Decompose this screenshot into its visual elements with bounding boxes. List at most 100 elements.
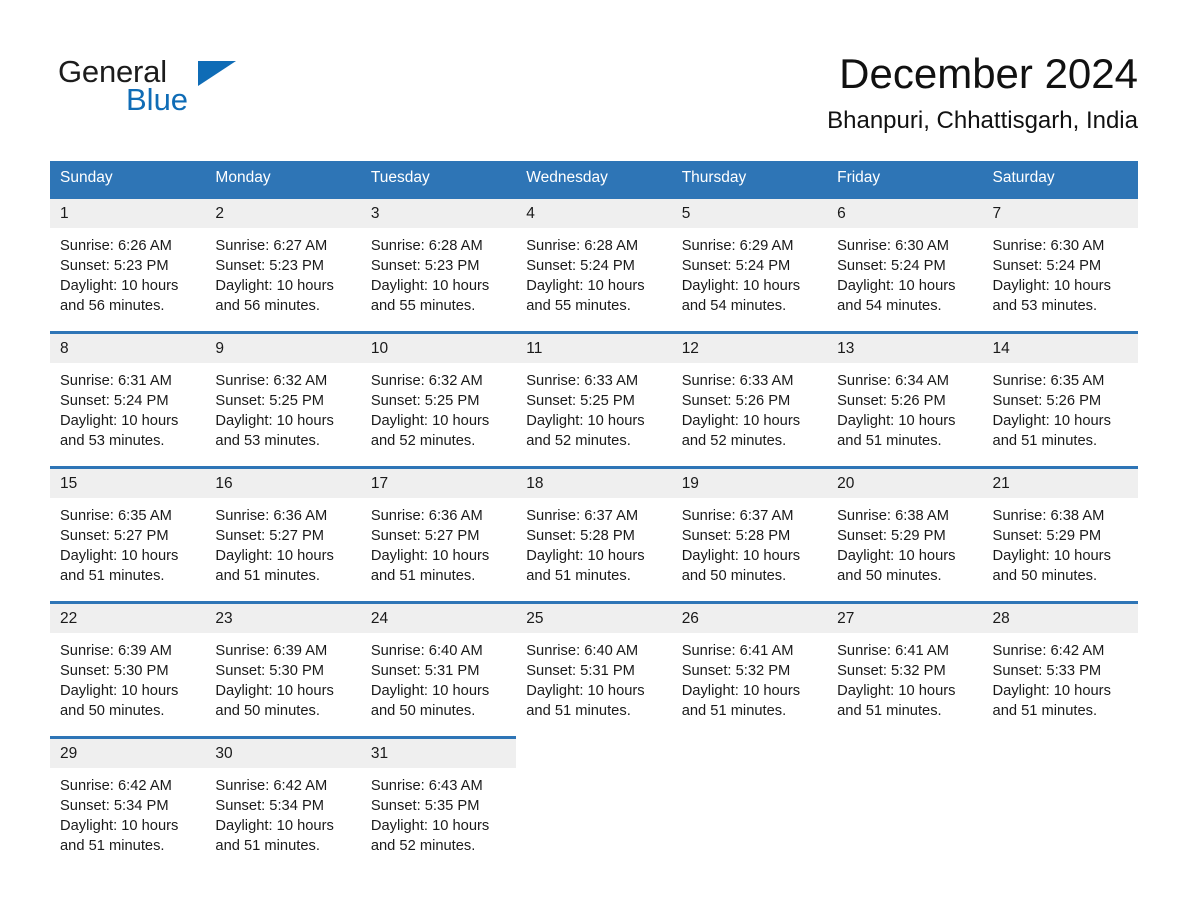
daylight-text-line1: Daylight: 10 hours xyxy=(370,547,490,564)
sunrise-text: Sunrise: 6:38 AM xyxy=(837,507,949,524)
calendar-day-cell[interactable]: 8 Sunrise: 6:31 AM Sunset: 5:24 PM Daylight… xyxy=(50,330,206,468)
calendar-day-cell[interactable]: 28 Sunrise: 6:42 AM Sunset: 5:33 PM Dayligh… xyxy=(982,600,1138,738)
calendar-day-cell[interactable]: 11 Sunrise: 6:33 AM Sunset: 5:25 PM Dayligh… xyxy=(516,330,672,468)
daylight-text-line1: Daylight: 10 hours xyxy=(370,817,490,834)
day-number: 4 xyxy=(516,198,672,228)
sunrise-text: Sunrise: 6:30 AM xyxy=(992,237,1105,254)
calendar-day-cell[interactable]: 30 Sunrise: 6:42 AM Sunset: 5:34 PM Dayligh… xyxy=(205,735,361,873)
calendar-day-cell[interactable]: 2 Sunrise: 6:27 AM Sunset: 5:23 PM Daylight… xyxy=(205,195,361,333)
sunrise-text: Sunrise: 6:36 AM xyxy=(215,507,328,524)
day-details: Sunrise: 6:33 AM Sunset: 5:25 PM Daylight:… xyxy=(516,363,671,451)
day-details: Sunrise: 6:30 AM Sunset: 5:24 PM Daylight:… xyxy=(827,228,982,316)
calendar-table: Sunday Monday Tuesday Wednesday Thursday… xyxy=(50,160,1138,873)
sunrise-text: Sunrise: 6:36 AM xyxy=(370,507,483,524)
calendar-day-cell[interactable]: 21 Sunrise: 6:38 AM Sunset: 5:29 PM Dayligh… xyxy=(982,465,1138,603)
daylight-text-line2: and 53 minutes. xyxy=(992,297,1098,314)
sunset-text: Sunset: 5:28 PM xyxy=(526,527,635,544)
day-number xyxy=(516,737,671,766)
day-number xyxy=(827,737,982,766)
day-number: 5 xyxy=(671,198,828,228)
daylight-text-line2: and 54 minutes. xyxy=(837,297,942,314)
calendar-day-cell[interactable]: 15 Sunrise: 6:35 AM Sunset: 5:27 PM Dayligh… xyxy=(50,465,206,603)
day-number xyxy=(672,737,827,766)
calendar-day-cell[interactable]: 18 Sunrise: 6:37 AM Sunset: 5:28 PM Dayligh… xyxy=(516,465,672,603)
sunset-text: Sunset: 5:31 PM xyxy=(526,662,635,679)
sunset-text: Sunset: 5:34 PM xyxy=(215,797,325,814)
sunset-text: Sunset: 5:26 PM xyxy=(992,392,1102,409)
sunrise-text: Sunrise: 6:35 AM xyxy=(60,507,172,524)
calendar-day-cell[interactable]: 9 Sunrise: 6:32 AM Sunset: 5:25 PM Daylight… xyxy=(205,330,361,468)
calendar-day-cell[interactable]: 6 Sunrise: 6:30 AM Sunset: 5:24 PM Daylight… xyxy=(827,195,983,333)
daylight-text-line2: and 54 minutes. xyxy=(681,297,787,314)
weekday-header-monday: Monday xyxy=(205,160,361,198)
calendar-day-cell[interactable]: 26 Sunrise: 6:41 AM Sunset: 5:32 PM Dayligh… xyxy=(671,600,828,738)
day-number: 16 xyxy=(205,468,361,498)
day-details: Sunrise: 6:42 AM Sunset: 5:33 PM Daylight:… xyxy=(983,633,1138,721)
sunrise-text: Sunrise: 6:26 AM xyxy=(60,237,172,254)
calendar-day-cell[interactable]: 16 Sunrise: 6:36 AM Sunset: 5:27 PM Dayligh… xyxy=(205,465,361,603)
sunrise-text: Sunrise: 6:34 AM xyxy=(837,372,949,389)
calendar-day-cell[interactable]: 29 Sunrise: 6:42 AM Sunset: 5:34 PM Dayligh… xyxy=(50,735,206,873)
daylight-text-line1: Daylight: 10 hours xyxy=(60,682,179,699)
daylight-text-line2: and 50 minutes. xyxy=(837,567,942,584)
day-number: 31 xyxy=(360,738,517,768)
sunrise-text: Sunrise: 6:31 AM xyxy=(60,372,172,389)
daylight-text-line2: and 50 minutes. xyxy=(60,702,165,719)
day-number: 11 xyxy=(516,333,672,363)
title-block: December 2024 Bhanpuri, Chhattisgarh, In… xyxy=(827,48,1138,135)
calendar-day-cell[interactable]: 13 Sunrise: 6:34 AM Sunset: 5:26 PM Dayligh… xyxy=(827,330,983,468)
calendar-day-cell[interactable]: 12 Sunrise: 6:33 AM Sunset: 5:26 PM Dayligh… xyxy=(671,330,828,468)
calendar-day-cell[interactable]: 27 Sunrise: 6:41 AM Sunset: 5:32 PM Dayligh… xyxy=(827,600,983,738)
calendar-body: 1 Sunrise: 6:26 AM Sunset: 5:23 PM Daylight… xyxy=(50,195,1138,873)
sunrise-text: Sunrise: 6:32 AM xyxy=(215,372,328,389)
daylight-text-line1: Daylight: 10 hours xyxy=(992,277,1111,294)
day-number: 22 xyxy=(50,603,206,633)
calendar-day-cell[interactable]: 31 Sunrise: 6:43 AM Sunset: 5:35 PM Dayligh… xyxy=(360,735,517,873)
daylight-text-line1: Daylight: 10 hours xyxy=(370,412,490,429)
sunset-text: Sunset: 5:26 PM xyxy=(837,392,946,409)
calendar-day-cell[interactable]: 25 Sunrise: 6:40 AM Sunset: 5:31 PM Dayligh… xyxy=(516,600,672,738)
daylight-text-line1: Daylight: 10 hours xyxy=(992,547,1111,564)
general-blue-logo[interactable]: General Blue xyxy=(50,48,240,118)
sunrise-text: Sunrise: 6:32 AM xyxy=(370,372,483,389)
day-details: Sunrise: 6:35 AM Sunset: 5:27 PM Daylight:… xyxy=(50,498,205,586)
calendar-day-cell[interactable]: 22 Sunrise: 6:39 AM Sunset: 5:30 PM Dayligh… xyxy=(50,600,206,738)
calendar-day-cell[interactable]: 5 Sunrise: 6:29 AM Sunset: 5:24 PM Daylight… xyxy=(671,195,828,333)
calendar-day-cell[interactable]: 20 Sunrise: 6:38 AM Sunset: 5:29 PM Dayligh… xyxy=(827,465,983,603)
calendar-day-cell[interactable]: 19 Sunrise: 6:37 AM Sunset: 5:28 PM Dayligh… xyxy=(671,465,828,603)
daylight-text-line1: Daylight: 10 hours xyxy=(370,277,490,294)
calendar-container: Sunday Monday Tuesday Wednesday Thursday… xyxy=(0,160,1188,873)
day-number: 12 xyxy=(671,333,828,363)
day-number: 8 xyxy=(50,333,206,363)
daylight-text-line1: Daylight: 10 hours xyxy=(215,682,334,699)
day-number: 10 xyxy=(360,333,517,363)
calendar-week-row: 1 Sunrise: 6:26 AM Sunset: 5:23 PM Daylight… xyxy=(50,195,1138,333)
calendar-day-cell[interactable]: 7 Sunrise: 6:30 AM Sunset: 5:24 PM Daylight… xyxy=(982,195,1138,333)
day-number: 18 xyxy=(516,468,672,498)
daylight-text-line2: and 51 minutes. xyxy=(837,702,942,719)
daylight-text-line1: Daylight: 10 hours xyxy=(681,682,801,699)
day-details: Sunrise: 6:32 AM Sunset: 5:25 PM Daylight:… xyxy=(205,363,360,451)
calendar-day-cell[interactable]: 23 Sunrise: 6:39 AM Sunset: 5:30 PM Dayligh… xyxy=(205,600,361,738)
calendar-empty-cell xyxy=(982,737,1138,873)
day-details: Sunrise: 6:38 AM Sunset: 5:29 PM Daylight:… xyxy=(827,498,982,586)
sunrise-text: Sunrise: 6:40 AM xyxy=(526,642,639,659)
calendar-day-cell[interactable]: 3 Sunrise: 6:28 AM Sunset: 5:23 PM Daylight… xyxy=(360,195,517,333)
sunset-text: Sunset: 5:24 PM xyxy=(681,257,791,274)
daylight-text-line1: Daylight: 10 hours xyxy=(992,412,1111,429)
calendar-day-cell[interactable]: 14 Sunrise: 6:35 AM Sunset: 5:26 PM Dayligh… xyxy=(982,330,1138,468)
calendar-day-cell[interactable]: 10 Sunrise: 6:32 AM Sunset: 5:25 PM Dayligh… xyxy=(360,330,517,468)
calendar-day-cell[interactable]: 17 Sunrise: 6:36 AM Sunset: 5:27 PM Dayligh… xyxy=(360,465,517,603)
day-details: Sunrise: 6:33 AM Sunset: 5:26 PM Daylight:… xyxy=(672,363,827,451)
calendar-week-row: 8 Sunrise: 6:31 AM Sunset: 5:24 PM Daylight… xyxy=(50,330,1138,468)
day-number: 14 xyxy=(982,333,1138,363)
calendar-day-cell[interactable]: 1 Sunrise: 6:26 AM Sunset: 5:23 PM Daylight… xyxy=(50,195,206,333)
sunset-text: Sunset: 5:28 PM xyxy=(681,527,791,544)
sunrise-text: Sunrise: 6:30 AM xyxy=(837,237,949,254)
calendar-day-cell[interactable]: 4 Sunrise: 6:28 AM Sunset: 5:24 PM Daylight… xyxy=(516,195,672,333)
calendar-day-cell[interactable]: 24 Sunrise: 6:40 AM Sunset: 5:31 PM Dayligh… xyxy=(360,600,517,738)
logo-text-blue: Blue xyxy=(126,82,189,117)
day-details: Sunrise: 6:43 AM Sunset: 5:35 PM Daylight:… xyxy=(361,768,516,856)
sunset-text: Sunset: 5:30 PM xyxy=(60,662,169,679)
daylight-text-line1: Daylight: 10 hours xyxy=(837,277,956,294)
